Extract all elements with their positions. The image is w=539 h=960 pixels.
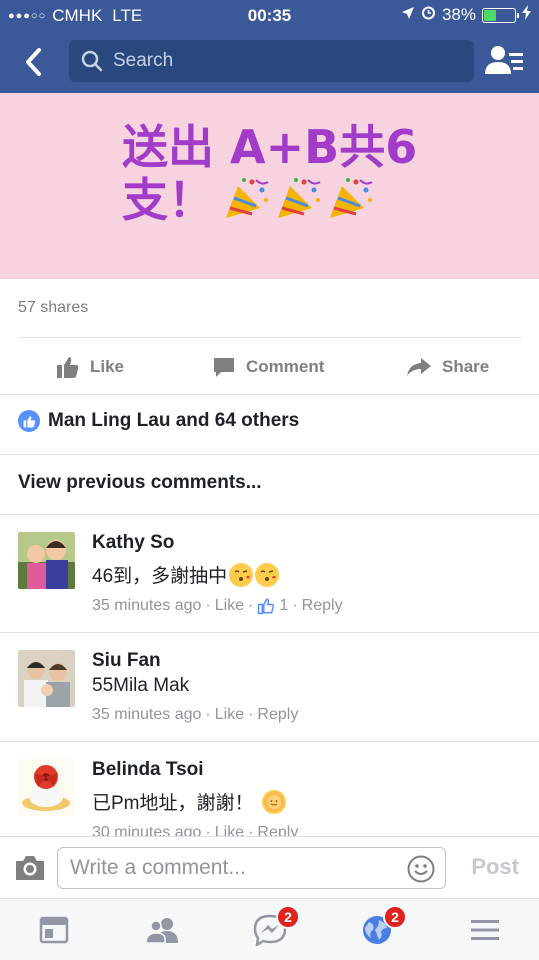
comment-label: Comment <box>246 357 325 376</box>
menu-icon <box>471 920 499 940</box>
comment-text: 55Mila Mak <box>92 675 190 696</box>
comment-like-count[interactable]: 1 <box>279 597 288 615</box>
comment-text-content: 46到，多謝抽中 <box>92 566 228 587</box>
like-label: Like <box>90 357 125 376</box>
comment-author[interactable]: Belinda Tsoi <box>92 759 298 781</box>
nav-bar <box>0 38 539 86</box>
comment-input[interactable] <box>70 856 390 880</box>
top-header: ●●●○○ CMHK LTE 00:35 38% <box>0 0 539 93</box>
kissing-face-icon <box>229 562 254 587</box>
comment-composer: Post <box>0 836 539 898</box>
battery-icon <box>482 7 519 23</box>
friend-list-icon <box>485 46 523 74</box>
view-previous-comments-link[interactable]: View previous comments... <box>18 472 262 494</box>
separator-dot: · <box>292 597 298 614</box>
chevron-left-icon <box>26 48 41 76</box>
tab-friends[interactable] <box>142 913 182 947</box>
share-label: Share <box>442 357 490 376</box>
post-button[interactable]: Post <box>471 854 519 880</box>
like-reaction-icon <box>18 410 40 432</box>
divider <box>18 337 521 338</box>
comment-text-content: 已Pm地址，謝謝！ <box>92 793 254 814</box>
camera-button[interactable] <box>14 854 46 882</box>
separator-dot: · <box>205 706 211 723</box>
avatar[interactable] <box>18 650 75 707</box>
battery-level <box>484 9 497 21</box>
battery-percent: 38% <box>441 5 476 24</box>
share-button[interactable]: Share <box>406 356 489 378</box>
reactions-summary[interactable]: Man Ling Lau and 64 others <box>18 410 299 432</box>
share-arrow-icon <box>407 358 431 376</box>
news-feed-icon <box>39 916 69 944</box>
divider <box>0 514 539 515</box>
tab-more[interactable] <box>465 913 505 947</box>
post-image[interactable]: 送出 A+B共6 支！ <box>0 93 539 279</box>
messages-badge: 2 <box>276 905 300 929</box>
bottom-tab-bar: 2 2 <box>0 898 539 960</box>
divider <box>0 632 539 633</box>
divider <box>0 394 539 395</box>
divider <box>0 454 539 455</box>
comment-like-button[interactable]: Like <box>215 597 244 615</box>
post-image-line1: 送出 A+B共6 <box>122 120 418 174</box>
comment-like-button[interactable]: Like <box>215 706 244 724</box>
post-actions: Like Comment Share <box>0 340 539 394</box>
camera-icon <box>16 856 44 880</box>
search-icon <box>81 50 103 72</box>
comment-text: 已Pm地址，謝謝！ <box>92 788 298 815</box>
kissing-face-icon <box>255 562 280 587</box>
comment-text: 46到，多謝抽中 <box>92 561 343 588</box>
like-button[interactable]: Like <box>56 355 124 379</box>
party-popper-icons <box>222 176 374 222</box>
divider <box>0 741 539 742</box>
back-button[interactable] <box>16 42 50 82</box>
comment-author[interactable]: Kathy So <box>92 532 343 554</box>
comment-button[interactable]: Comment <box>212 355 324 379</box>
comment-time: 35 minutes ago <box>92 706 202 723</box>
location-icon <box>401 5 415 25</box>
friend-requests-button[interactable] <box>485 44 525 78</box>
comment-meta: 35 minutes ago · Like · 1 · Reply <box>92 597 343 615</box>
thumbs-up-icon <box>57 357 79 378</box>
charging-icon <box>522 5 531 25</box>
friends-icon <box>145 918 178 944</box>
party-popper-icon <box>330 178 373 218</box>
separator-dot: · <box>248 597 254 614</box>
party-popper-icon <box>226 178 269 218</box>
status-bar: ●●●○○ CMHK LTE 00:35 38% <box>0 0 539 32</box>
thumbs-up-outline-icon <box>258 598 275 615</box>
tab-news-feed[interactable] <box>34 913 74 947</box>
notifications-badge: 2 <box>383 905 407 929</box>
comment-time: 35 minutes ago <box>92 597 202 614</box>
smiley-icon <box>407 855 435 883</box>
search-bar[interactable] <box>69 40 474 82</box>
comment-author[interactable]: Siu Fan <box>92 650 298 672</box>
tab-messenger[interactable]: 2 <box>250 905 300 947</box>
reactions-text: Man Ling Lau and 64 others <box>48 410 300 431</box>
alarm-icon <box>421 5 436 25</box>
avatar[interactable] <box>18 759 75 816</box>
comment-reply-button[interactable]: Reply <box>302 597 343 615</box>
tab-notifications[interactable]: 2 <box>357 905 407 947</box>
avatar[interactable] <box>18 532 75 589</box>
comment-input-box[interactable] <box>57 847 446 889</box>
emoji-button[interactable] <box>407 855 435 883</box>
separator-dot: · <box>205 597 211 614</box>
comment-meta: 35 minutes ago · Like · Reply <box>92 706 298 724</box>
search-input[interactable] <box>113 50 453 72</box>
shares-count[interactable]: 57 shares <box>18 299 88 317</box>
separator-dot: · <box>248 706 254 723</box>
comment-reply-button[interactable]: Reply <box>257 706 298 724</box>
party-popper-icon <box>278 178 321 218</box>
sun-icon <box>261 789 286 814</box>
comment-icon <box>214 358 234 377</box>
